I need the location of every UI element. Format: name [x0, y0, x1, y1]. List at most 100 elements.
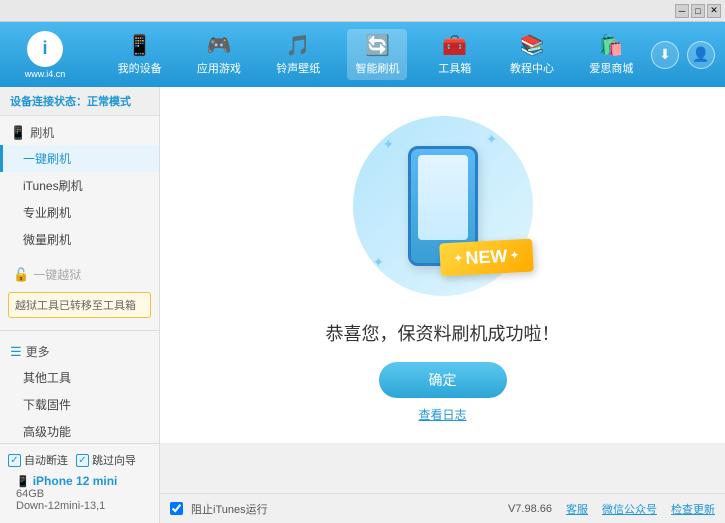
title-bar: ─ □ ✕ [0, 0, 725, 22]
nav-mall[interactable]: 🛍️ 爱思商城 [581, 29, 641, 80]
check-update-link[interactable]: 检查更新 [671, 501, 715, 517]
phone-screen [418, 155, 468, 240]
jailbreak-icon: 🔓 [13, 267, 29, 283]
nav-my-device[interactable]: 📱 我的设备 [110, 29, 170, 80]
mall-icon: 🛍️ [599, 33, 624, 58]
itunes-flash-label: iTunes刷机 [23, 179, 83, 193]
device-status-label: 设备连接状态： [10, 96, 87, 108]
jailbreak-notice-text: 越狱工具已转移至工具箱 [15, 300, 136, 312]
device-status: 设备连接状态：正常模式 [0, 87, 159, 116]
header: i www.i4.cn 📱 我的设备 🎮 应用游戏 🎵 铃声壁纸 🔄 智能刷机 … [0, 22, 725, 87]
download-btn[interactable]: ⬇ [651, 41, 679, 69]
device-firmware: Down-12mini-13,1 [16, 500, 143, 512]
nav-toolbox-label: 工具箱 [438, 60, 471, 76]
flash-section: 📱 刷机 一键刷机 iTunes刷机 专业刷机 微量刷机 [0, 116, 159, 257]
maximize-btn[interactable]: □ [691, 4, 705, 18]
sparkle-2: ✦ [486, 131, 498, 148]
account-btn[interactable]: 👤 [687, 41, 715, 69]
new-badge-text: NEW [465, 246, 508, 269]
success-illustration: ✦ ✦ ✦ NEW [343, 107, 543, 304]
auto-close-label: 自动断连 [24, 452, 68, 468]
nav-apps-games[interactable]: 🎮 应用游戏 [189, 29, 249, 80]
nav-ringtone[interactable]: 🎵 铃声壁纸 [268, 29, 328, 80]
flash-group-header: 📱 刷机 [0, 120, 159, 145]
nav-tutorial-label: 教程中心 [510, 60, 554, 76]
sparkle-3: ✦ [373, 254, 385, 271]
version-label: V7.98.66 [508, 503, 552, 515]
nav-toolbox[interactable]: 🧰 工具箱 [427, 29, 483, 80]
header-actions: ⬇ 👤 [651, 41, 715, 69]
sidebar: 设备连接状态：正常模式 📱 刷机 一键刷机 iTunes刷机 专业刷机 [0, 87, 160, 443]
device-footer: ✓ 自动断连 ✓ 跳过向导 📱iPhone 12 mini 64GB Down-… [0, 443, 160, 523]
jailbreak-group-label: 一键越狱 [33, 266, 81, 283]
sidebar-item-itunes-flash[interactable]: iTunes刷机 [0, 172, 159, 199]
advanced-label: 高级功能 [23, 425, 71, 439]
apps-games-icon: 🎮 [206, 33, 231, 58]
more-group-label: 更多 [26, 343, 50, 360]
wechat-official-link[interactable]: 微信公众号 [602, 501, 657, 517]
sidebar-item-download-firmware[interactable]: 下载固件 [0, 391, 159, 418]
flash-group-label: 刷机 [30, 124, 54, 141]
bottom-section: ✓ 自动断连 ✓ 跳过向导 📱iPhone 12 mini 64GB Down-… [0, 443, 725, 523]
smart-flash-icon: 🔄 [365, 33, 390, 58]
device-info: 📱iPhone 12 mini 64GB Down-12mini-13,1 [8, 470, 151, 516]
nav-ringtone-label: 铃声壁纸 [276, 60, 320, 76]
nav-mall-label: 爱思商城 [589, 60, 633, 76]
nav-smart-flash-label: 智能刷机 [355, 60, 399, 76]
nav-apps-games-label: 应用游戏 [197, 60, 241, 76]
more-section: ☰ 更多 其他工具 下载固件 高级功能 [0, 335, 159, 443]
checkbox-row: ✓ 自动断连 ✓ 跳过向导 [8, 450, 151, 470]
status-bar-left: 阻止iTunes运行 [170, 501, 508, 517]
customer-service-link[interactable]: 客服 [566, 501, 588, 517]
pro-flash-label: 专业刷机 [23, 206, 71, 220]
device-status-value: 正常模式 [87, 96, 131, 108]
logo-icon: i [27, 31, 63, 67]
window-controls: ─ □ ✕ [675, 4, 721, 18]
block-itunes-label: 阻止iTunes运行 [191, 501, 268, 517]
tutorial-icon: 📚 [520, 33, 545, 58]
my-device-icon: 📱 [127, 33, 152, 58]
sidebar-item-micro-flash[interactable]: 微量刷机 [0, 226, 159, 253]
status-bar: 阻止iTunes运行 V7.98.66 客服 微信公众号 检查更新 [160, 493, 725, 523]
minimize-btn[interactable]: ─ [675, 4, 689, 18]
download-firmware-label: 下载固件 [23, 398, 71, 412]
sidebar-item-pro-flash[interactable]: 专业刷机 [0, 199, 159, 226]
logo-symbol: i [42, 38, 47, 59]
sidebar-item-advanced[interactable]: 高级功能 [0, 418, 159, 443]
auto-close-checkbox[interactable]: ✓ [8, 454, 21, 467]
skip-wizard-label: 跳过向导 [92, 452, 136, 468]
more-group-header: ☰ 更多 [0, 339, 159, 364]
content-area: ✦ ✦ ✦ NEW 恭喜您，保资料刷机成功啦！ 确定 查看日志 [160, 87, 725, 443]
status-bar-right: V7.98.66 客服 微信公众号 检查更新 [508, 501, 715, 517]
jailbreak-notice: 越狱工具已转移至工具箱 [8, 292, 151, 318]
logo-area: i www.i4.cn [10, 31, 80, 79]
block-itunes-checkbox[interactable] [170, 502, 183, 515]
sparkle-1: ✦ [383, 136, 395, 153]
nav-smart-flash[interactable]: 🔄 智能刷机 [347, 29, 407, 80]
sidebar-item-other-tools[interactable]: 其他工具 [0, 364, 159, 391]
secondary-link[interactable]: 查看日志 [418, 406, 466, 423]
device-storage: 64GB [16, 488, 143, 500]
jailbreak-section: 🔓 一键越狱 越狱工具已转移至工具箱 [0, 257, 159, 326]
logo-site-name: www.i4.cn [25, 69, 66, 79]
close-btn[interactable]: ✕ [707, 4, 721, 18]
more-group-icon: ☰ [10, 344, 22, 360]
ringtone-icon: 🎵 [286, 33, 311, 58]
nav-bar: 📱 我的设备 🎮 应用游戏 🎵 铃声壁纸 🔄 智能刷机 🧰 工具箱 📚 教程中心… [100, 29, 651, 80]
sidebar-item-one-click-flash[interactable]: 一键刷机 [0, 145, 159, 172]
confirm-button[interactable]: 确定 [379, 362, 507, 398]
device-name[interactable]: 📱iPhone 12 mini [16, 474, 143, 488]
flash-group-icon: 📱 [10, 125, 26, 141]
nav-my-device-label: 我的设备 [118, 60, 162, 76]
skip-wizard-checkbox-item[interactable]: ✓ 跳过向导 [76, 452, 136, 468]
success-title: 恭喜您，保资料刷机成功啦！ [326, 320, 560, 346]
auto-close-checkbox-item[interactable]: ✓ 自动断连 [8, 452, 68, 468]
nav-tutorial[interactable]: 📚 教程中心 [502, 29, 562, 80]
jailbreak-group-header: 🔓 一键越狱 [0, 261, 159, 288]
other-tools-label: 其他工具 [23, 371, 71, 385]
micro-flash-label: 微量刷机 [23, 233, 71, 247]
skip-wizard-checkbox[interactable]: ✓ [76, 454, 89, 467]
toolbox-icon: 🧰 [442, 33, 467, 58]
new-badge: NEW [439, 239, 533, 277]
one-click-flash-label: 一键刷机 [23, 152, 71, 166]
